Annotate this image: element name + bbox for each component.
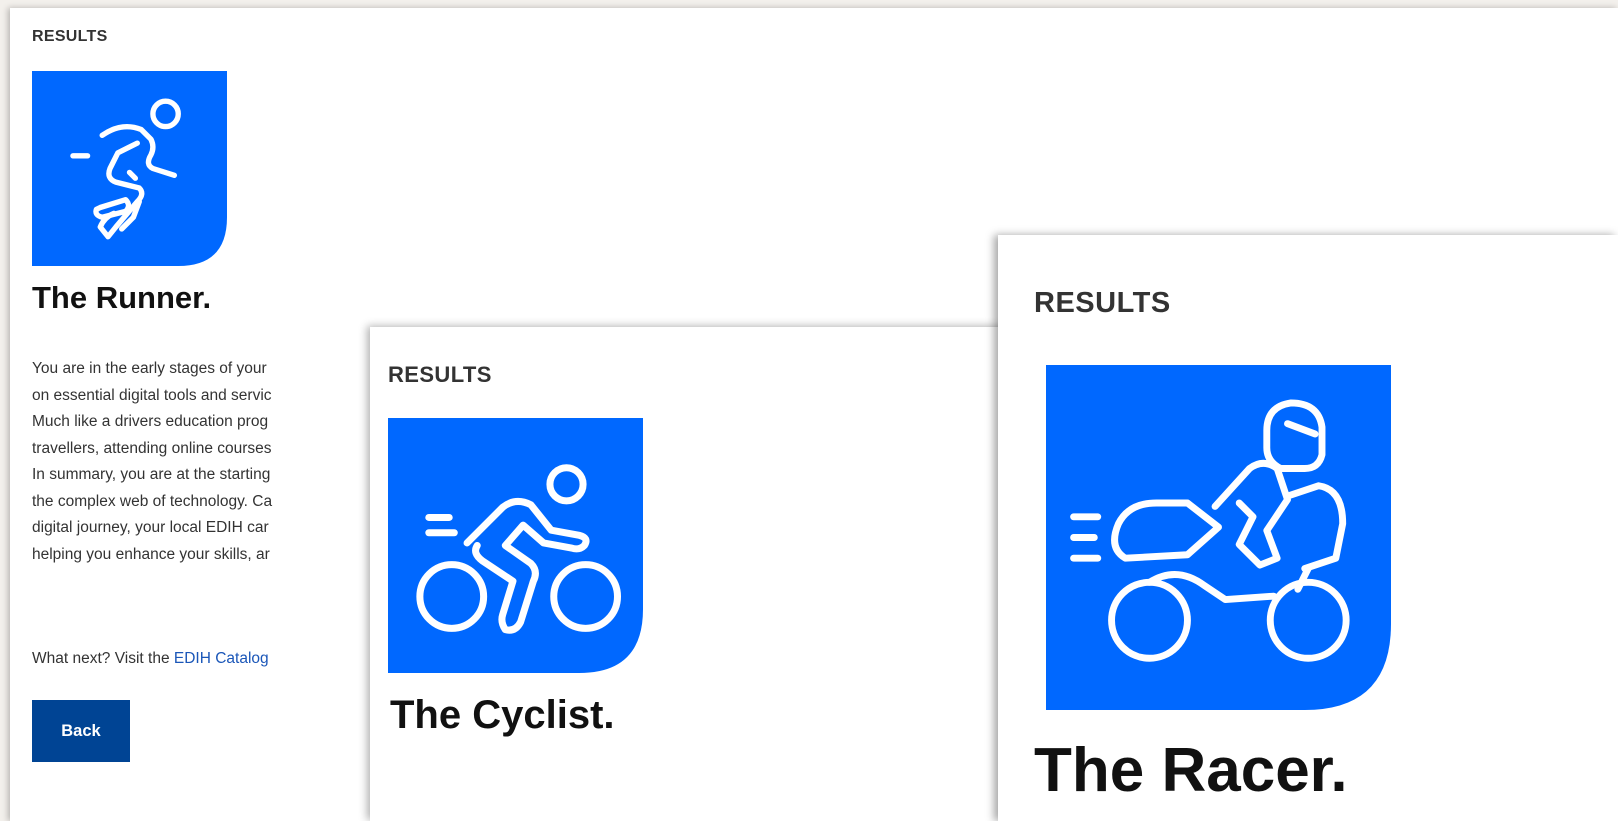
description-line: helping you enhance your skills, ar (32, 545, 270, 563)
motorcycle-racer-icon (1046, 365, 1391, 710)
description-line: You are in the early stages of your (32, 360, 267, 377)
results-heading: RESULTS (388, 362, 492, 387)
description-line: In summary, you are at the starting (32, 466, 271, 483)
description-line: digital journey, your local EDIH car (32, 519, 269, 536)
cyclist-icon (388, 418, 643, 673)
results-panel-cyclist: RESULTS The Cyclist. (370, 327, 1010, 821)
result-description: You are in the early stages of your on e… (32, 356, 392, 568)
results-heading: RESULTS (1034, 287, 1171, 319)
description-line: Much like a drivers education prog (32, 413, 269, 430)
description-line: travellers, attending online courses (32, 439, 272, 457)
result-title: The Racer. (1034, 736, 1348, 805)
result-title: The Runner. (32, 280, 212, 315)
results-panel-racer: RESULTS The Racer. (998, 235, 1618, 821)
results-heading: RESULTS (32, 28, 108, 45)
back-button[interactable]: Back (32, 700, 130, 762)
description-line: the complex web of technology. Ca (32, 492, 273, 510)
result-title: The Cyclist. (390, 693, 615, 737)
edih-catalog-link[interactable]: EDIH Catalog (174, 650, 269, 667)
what-next-prefix: What next? Visit the (32, 650, 174, 667)
description-line: on essential digital tools and servic (32, 386, 272, 404)
what-next-text: What next? Visit the EDIH Catalog (32, 650, 269, 668)
runner-icon (32, 71, 227, 266)
